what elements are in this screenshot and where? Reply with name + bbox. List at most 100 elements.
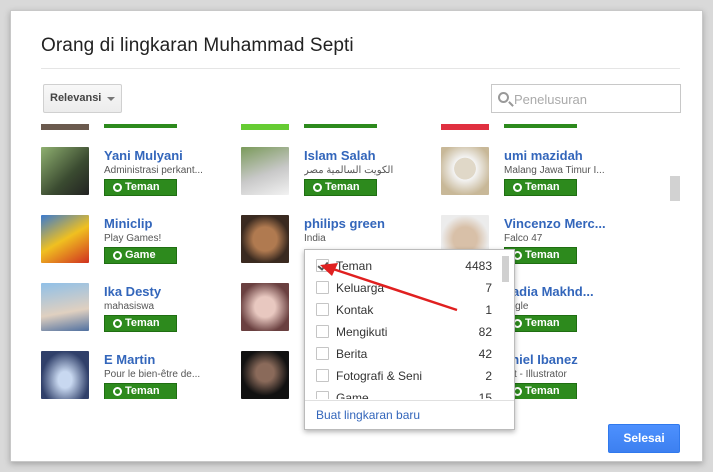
circle-button-label: Teman xyxy=(525,385,560,397)
circle-icon xyxy=(113,183,122,192)
search-box[interactable] xyxy=(491,84,681,113)
person-name[interactable]: Yani Mulyani xyxy=(104,148,219,163)
checkbox[interactable] xyxy=(316,281,329,294)
circle-icon xyxy=(513,183,522,192)
avatar[interactable] xyxy=(241,283,289,331)
person-card[interactable]: umi mazidah Malang Jawa Timur I... Teman xyxy=(431,147,626,207)
avatar xyxy=(41,124,89,130)
circle-option-count: 2 xyxy=(485,369,492,383)
person-subtitle: Administrasi perkant... xyxy=(104,165,203,176)
person-subtitle: tist - Illustrator xyxy=(504,369,567,380)
circle-option-label: Berita xyxy=(336,347,368,361)
search-icon xyxy=(498,92,509,103)
title-divider xyxy=(41,68,680,69)
circle-members-dialog: Orang di lingkaran Muhammad Septi Releva… xyxy=(10,10,703,462)
person-card[interactable]: Islam Salah الكويت السالمية مصر Teman xyxy=(231,147,426,207)
circle-icon xyxy=(313,183,322,192)
circle-button[interactable]: Teman xyxy=(504,179,577,196)
person-subtitle: Falco 47 xyxy=(504,233,543,244)
person-subtitle: mahasiswa xyxy=(104,301,155,312)
person-subtitle: الكويت السالمية مصر xyxy=(304,165,394,176)
circle-option-count: 15 xyxy=(478,391,492,399)
person-name[interactable]: nadia Makhd... xyxy=(504,284,619,299)
checkbox[interactable] xyxy=(316,391,329,399)
circle-button[interactable] xyxy=(104,124,177,128)
circle-option-teman[interactable]: Teman 4483 xyxy=(305,255,500,277)
circle-icon xyxy=(113,251,122,260)
popup-scrollbar[interactable] xyxy=(502,256,509,282)
person-subtitle: oogle xyxy=(504,301,529,312)
circle-option-mengikuti[interactable]: Mengikuti 82 xyxy=(305,321,500,343)
circle-button-label: Teman xyxy=(525,249,560,261)
person-name[interactable]: umi mazidah xyxy=(504,148,619,163)
avatar[interactable] xyxy=(41,147,89,195)
circle-icon xyxy=(113,319,122,328)
person-name[interactable]: aniel Ibanez xyxy=(504,352,619,367)
circle-button[interactable] xyxy=(504,124,577,128)
person-name[interactable]: Islam Salah xyxy=(304,148,419,163)
person-subtitle: Pour le bien-être de... xyxy=(104,369,201,380)
circle-option-count: 4483 xyxy=(465,259,492,273)
checkbox[interactable] xyxy=(316,369,329,382)
circle-option-label: Fotografi & Seni xyxy=(336,369,423,383)
chevron-down-icon xyxy=(107,97,115,101)
person-name[interactable]: E Martin xyxy=(104,352,219,367)
dialog-title: Orang di lingkaran Muhammad Septi xyxy=(41,35,354,56)
circle-option-count: 1 xyxy=(485,303,492,317)
avatar[interactable] xyxy=(241,147,289,195)
circle-button-label: Teman xyxy=(125,317,160,329)
person-card[interactable]: Yani Mulyani Administrasi perkant... Tem… xyxy=(31,147,226,207)
avatar[interactable] xyxy=(241,351,289,399)
sort-dropdown-label: Relevansi xyxy=(50,92,102,104)
person-subtitle: Malang Jawa Timur I... xyxy=(504,165,605,176)
circle-option-count: 7 xyxy=(485,281,492,295)
popup-divider xyxy=(305,400,514,401)
person-name[interactable]: Miniclip xyxy=(104,216,219,231)
person-name[interactable]: Vincenzo Merc... xyxy=(504,216,619,231)
circle-option-count: 42 xyxy=(478,347,492,361)
circle-button[interactable]: Teman xyxy=(104,383,177,399)
circle-button[interactable] xyxy=(304,124,377,128)
avatar[interactable] xyxy=(41,283,89,331)
avatar[interactable] xyxy=(41,351,89,399)
avatar[interactable] xyxy=(41,215,89,263)
circle-option-keluarga[interactable]: Keluarga 7 xyxy=(305,277,500,299)
circle-option-label: Kontak xyxy=(336,303,374,317)
person-name[interactable]: Ika Desty xyxy=(104,284,219,299)
circle-icon xyxy=(113,387,122,396)
grid-scrollbar[interactable] xyxy=(670,176,680,201)
circle-option-label: Keluarga xyxy=(336,281,385,295)
checkbox-checked[interactable] xyxy=(316,259,329,272)
circle-button-label: Game xyxy=(125,249,156,261)
sort-dropdown[interactable]: Relevansi xyxy=(43,84,122,113)
search-input[interactable] xyxy=(514,89,674,109)
circle-option-fotografi-seni[interactable]: Fotografi & Seni 2 xyxy=(305,365,500,387)
person-card[interactable]: Miniclip Play Games! Game xyxy=(31,215,226,275)
person-subtitle: Play Games! xyxy=(104,233,162,244)
circle-button[interactable]: Teman xyxy=(304,179,377,196)
done-button[interactable]: Selesai xyxy=(608,424,680,453)
person-name[interactable]: philips green xyxy=(304,216,419,231)
circle-button-label: Teman xyxy=(325,181,360,193)
circle-button[interactable]: Teman xyxy=(104,179,177,196)
person-card[interactable]: E Martin Pour le bien-être de... Teman xyxy=(31,351,226,399)
circle-option-kontak[interactable]: Kontak 1 xyxy=(305,299,500,321)
circle-button-label: Teman xyxy=(125,181,160,193)
circle-option-berita[interactable]: Berita 42 xyxy=(305,343,500,365)
circle-button-label: Teman xyxy=(125,385,160,397)
circle-button-label: Teman xyxy=(525,317,560,329)
person-subtitle: India xyxy=(304,233,326,244)
circle-option-count: 82 xyxy=(478,325,492,339)
circle-button-label: Teman xyxy=(525,181,560,193)
circle-picker-popup: Teman 4483 Keluarga 7 Kontak 1 Mengikuti… xyxy=(304,249,515,430)
avatar[interactable] xyxy=(441,147,489,195)
checkbox[interactable] xyxy=(316,347,329,360)
checkbox[interactable] xyxy=(316,303,329,316)
checkbox[interactable] xyxy=(316,325,329,338)
avatar[interactable] xyxy=(241,215,289,263)
circle-button[interactable]: Teman xyxy=(104,315,177,332)
circle-option-game[interactable]: Game 15 xyxy=(305,387,500,399)
person-card[interactable]: Ika Desty mahasiswa Teman xyxy=(31,283,226,343)
create-circle-link[interactable]: Buat lingkaran baru xyxy=(316,408,420,422)
circle-button[interactable]: Game xyxy=(104,247,177,264)
